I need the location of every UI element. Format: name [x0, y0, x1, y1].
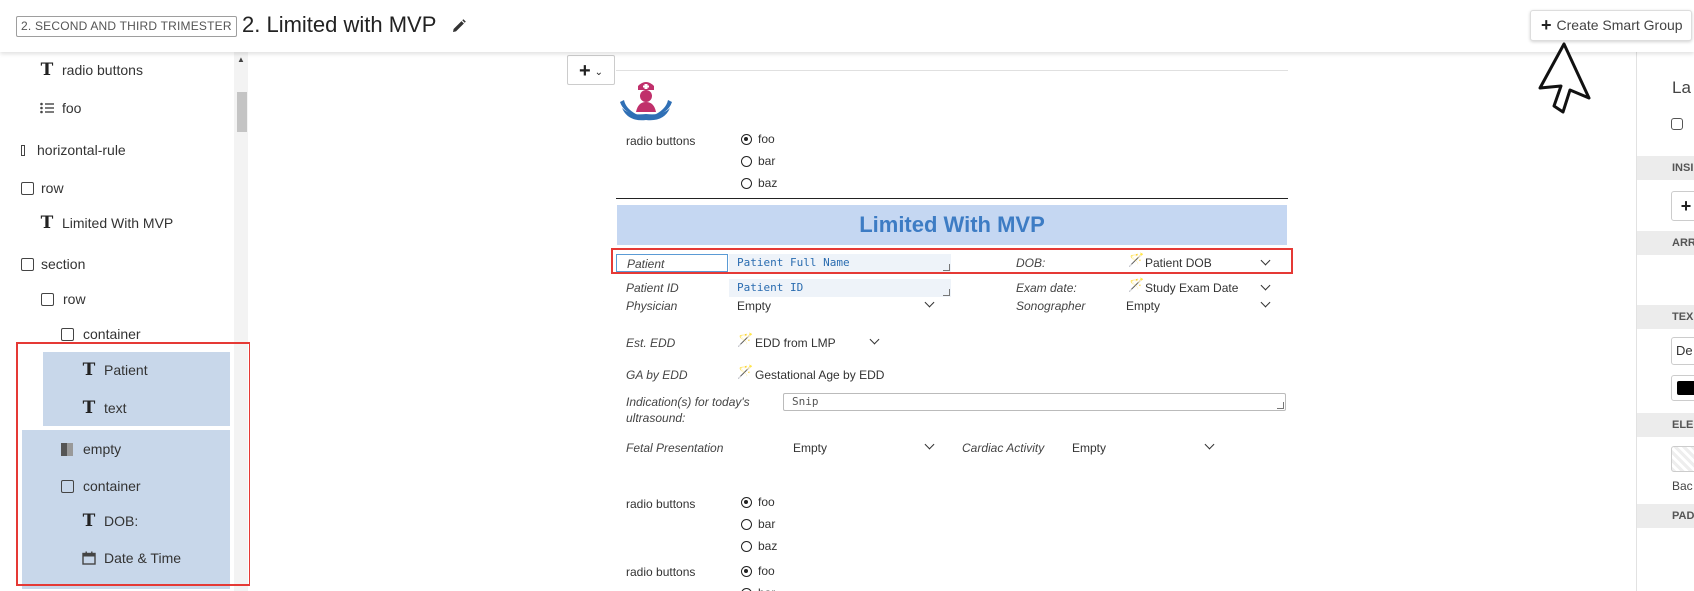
section-insert[interactable]: INSI: [1637, 156, 1694, 180]
tree-item-section[interactable]: section: [18, 246, 228, 282]
box-icon: [18, 246, 36, 282]
list-icon: [38, 90, 56, 126]
page-title: 2. Limited with MVP: [242, 12, 437, 37]
radio-option-foo[interactable]: foo: [741, 132, 775, 146]
horizontal-rule: [616, 198, 1288, 199]
exam-date-label: Exam date:: [1016, 281, 1077, 295]
indication-textarea[interactable]: Snip: [783, 393, 1286, 411]
radio-option-foo[interactable]: foo: [741, 564, 775, 578]
text-icon: T: [40, 60, 54, 80]
chevron-down-icon: ⌄: [594, 67, 603, 78]
radio-unchecked-icon: [741, 156, 752, 167]
text-color-picker[interactable]: [1671, 375, 1694, 401]
exam-date-dropdown[interactable]: Study Exam Date: [1145, 281, 1238, 295]
rule-icon: [18, 132, 28, 168]
box-icon: [18, 170, 36, 206]
create-smart-group-button[interactable]: + Create Smart Group: [1530, 10, 1692, 41]
create-smart-group-label: Create Smart Group: [1556, 17, 1683, 33]
edd-label: Est. EDD: [626, 336, 676, 350]
page-top-rule: [616, 70, 1288, 71]
tree-item-horizontal-rule[interactable]: horizontal-rule: [18, 132, 228, 168]
radio-checked-icon: [741, 566, 752, 577]
radio-unchecked-icon: [741, 519, 752, 530]
tree-scroll-thumb[interactable]: [237, 92, 247, 132]
plus-icon: +: [1541, 15, 1552, 35]
resize-handle-icon[interactable]: [943, 289, 950, 296]
background-color-picker[interactable]: [1671, 446, 1694, 472]
fetal-presentation-dropdown[interactable]: Empty: [793, 441, 827, 455]
resize-handle-icon[interactable]: [1277, 402, 1284, 409]
indication-label-line2: ultrasound:: [626, 411, 686, 425]
top-header: 2. SECOND AND THIRD TRIMESTER 2. Limited…: [0, 0, 1694, 52]
clinic-logo: [620, 82, 672, 121]
radio-group-label: radio buttons: [626, 565, 696, 579]
magic-wand-icon: 🪄: [737, 332, 754, 347]
tree-item-row[interactable]: row: [18, 170, 228, 206]
tree-item-row[interactable]: row: [38, 281, 228, 317]
panel-checkbox[interactable]: [1671, 118, 1683, 130]
radio-option-bar[interactable]: bar: [741, 586, 775, 591]
text-icon: T: [40, 213, 54, 233]
panel-heading: La: [1672, 78, 1691, 97]
font-select[interactable]: De: [1671, 337, 1694, 365]
section-padding[interactable]: PAD: [1637, 504, 1694, 528]
indication-label: Indication(s) for today's: [626, 395, 750, 409]
sonographer-dropdown[interactable]: Empty: [1126, 299, 1160, 313]
mouse-cursor-icon: [1538, 42, 1591, 114]
fetal-presentation-label: Fetal Presentation: [626, 441, 724, 455]
box-icon: [38, 281, 56, 317]
magic-wand-icon: 🪄: [1128, 277, 1145, 292]
section-arrange[interactable]: ARR: [1637, 231, 1694, 255]
section-text[interactable]: TEX: [1637, 305, 1694, 329]
patient-row-highlight-box: [611, 248, 1293, 274]
tree-item-radio-buttons[interactable]: T radio buttons: [38, 52, 228, 88]
panel-add-button[interactable]: +: [1671, 191, 1694, 221]
plus-icon: +: [579, 60, 591, 82]
add-element-button[interactable]: + ⌄: [567, 55, 615, 85]
background-label: Bac: [1672, 479, 1693, 493]
radio-option-foo[interactable]: foo: [741, 495, 775, 509]
magic-wand-icon: 🪄: [737, 364, 754, 379]
properties-panel: La INSI + ARR TEX De ELE Bac PAD: [1636, 52, 1694, 591]
patient-id-field[interactable]: Patient ID: [729, 279, 951, 297]
radio-unchecked-icon: [741, 541, 752, 552]
ga-value[interactable]: Gestational Age by EDD: [755, 368, 884, 382]
edd-dropdown[interactable]: EDD from LMP: [755, 336, 836, 350]
radio-option-baz[interactable]: baz: [741, 539, 777, 553]
radio-option-bar[interactable]: bar: [741, 517, 775, 531]
sonographer-label: Sonographer: [1016, 299, 1086, 313]
physician-label: Physician: [626, 299, 678, 313]
radio-checked-icon: [741, 497, 752, 508]
tree-highlight-box: [16, 342, 251, 586]
radio-option-baz[interactable]: baz: [741, 176, 777, 190]
radio-unchecked-icon: [741, 178, 752, 189]
cardiac-activity-label: Cardiac Activity: [962, 441, 1045, 455]
breadcrumb[interactable]: 2. SECOND AND THIRD TRIMESTER: [16, 16, 237, 37]
section-element[interactable]: ELE: [1637, 413, 1694, 437]
physician-dropdown[interactable]: Empty: [737, 299, 771, 313]
pencil-icon[interactable]: [451, 18, 467, 34]
radio-group-label: radio buttons: [626, 134, 696, 148]
radio-group-label: radio buttons: [626, 497, 696, 511]
radio-checked-icon: [741, 134, 752, 145]
tree-item-foo[interactable]: foo: [38, 90, 228, 126]
patient-id-label: Patient ID: [626, 281, 679, 295]
radio-option-bar[interactable]: bar: [741, 154, 775, 168]
form-banner-title: Limited With MVP: [617, 205, 1287, 245]
tree-item-limited-with-mvp[interactable]: T Limited With MVP: [38, 205, 228, 241]
cardiac-activity-dropdown[interactable]: Empty: [1072, 441, 1106, 455]
form-canvas: [250, 52, 1636, 591]
ga-label: GA by EDD: [626, 368, 688, 382]
scroll-up-arrow-icon[interactable]: ▲: [237, 55, 245, 64]
